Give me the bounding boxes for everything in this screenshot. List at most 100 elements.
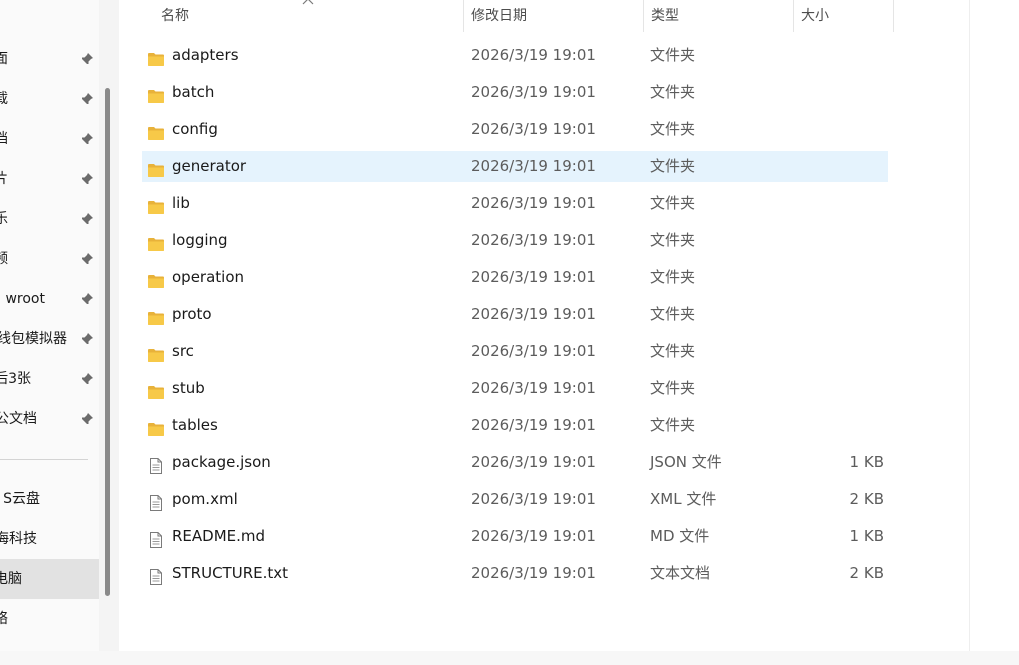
file-type: 文件夹 [650, 268, 696, 286]
navigation-pane: 面 载 档 片 乐 频 wroot 线包模拟器 后3张 公文档 S云盘 海科技 … [0, 0, 99, 651]
pin-icon[interactable] [80, 292, 94, 306]
file-name: operation [172, 268, 245, 286]
file-icon [147, 491, 165, 511]
nav-item-label: 档 [0, 131, 8, 147]
file-type: MD 文件 [650, 527, 710, 545]
file-name: README.md [172, 527, 266, 545]
folder-icon [147, 417, 165, 436]
table-row[interactable]: proto 2026/3/19 19:01 文件夹 [142, 299, 888, 330]
file-name: stub [172, 379, 205, 397]
nav-item-quick-3[interactable]: 片 [0, 159, 99, 199]
file-name: lib [172, 194, 190, 212]
column-header-type[interactable]: 类型 [651, 0, 679, 32]
file-name: proto [172, 305, 212, 323]
table-row[interactable]: adapters 2026/3/19 19:01 文件夹 [142, 40, 888, 71]
nav-scrollbar[interactable] [99, 0, 119, 651]
pin-icon[interactable] [80, 132, 94, 146]
file-modified: 2026/3/19 19:01 [471, 305, 596, 323]
folder-icon [147, 269, 165, 288]
table-row[interactable]: config 2026/3/19 19:01 文件夹 [142, 114, 888, 145]
pin-icon[interactable] [80, 172, 94, 186]
table-row[interactable]: src 2026/3/19 19:01 文件夹 [142, 336, 888, 367]
file-modified: 2026/3/19 19:01 [471, 194, 596, 212]
nav-item-quick-5[interactable]: 频 [0, 239, 99, 279]
nav-item-quick-2[interactable]: 档 [0, 119, 99, 159]
nav-item-quick-1[interactable]: 载 [0, 79, 99, 119]
file-size: 2 KB [849, 490, 884, 508]
nav-item-quick-6[interactable]: wroot [0, 279, 99, 319]
pin-icon[interactable] [80, 372, 94, 386]
file-size: 1 KB [849, 453, 884, 471]
file-icon [147, 565, 165, 585]
file-type: 文件夹 [650, 46, 696, 64]
nav-item-location-0[interactable]: S云盘 [0, 479, 99, 519]
file-modified: 2026/3/19 19:01 [471, 120, 596, 138]
nav-item-quick-0[interactable]: 面 [0, 39, 99, 79]
file-type: JSON 文件 [650, 453, 722, 471]
column-divider[interactable] [793, 0, 794, 32]
pin-icon[interactable] [80, 92, 94, 106]
nav-scrollbar-thumb[interactable] [105, 88, 110, 596]
column-divider[interactable] [463, 0, 464, 32]
file-modified: 2026/3/19 19:01 [471, 527, 596, 545]
pin-icon[interactable] [80, 412, 94, 426]
nav-item-location-1[interactable]: 海科技 [0, 519, 99, 559]
table-row[interactable]: batch 2026/3/19 19:01 文件夹 [142, 77, 888, 108]
nav-item-label: wroot [5, 291, 45, 307]
file-name: pom.xml [172, 490, 238, 508]
nav-item-label: 海科技 [0, 531, 37, 547]
file-name: config [172, 120, 218, 138]
table-row[interactable]: STRUCTURE.txt 2026/3/19 19:01 文本文档 2 KB [142, 558, 888, 589]
folder-icon [147, 195, 165, 214]
nav-item-quick-7[interactable]: 线包模拟器 [0, 319, 99, 359]
nav-item-label: 频 [0, 251, 8, 267]
table-row[interactable]: tables 2026/3/19 19:01 文件夹 [142, 410, 888, 441]
pin-icon[interactable] [80, 52, 94, 66]
table-row[interactable]: logging 2026/3/19 19:01 文件夹 [142, 225, 888, 256]
nav-item-label: 面 [0, 51, 8, 67]
nav-item-label: 载 [0, 91, 8, 107]
file-name: package.json [172, 453, 271, 471]
nav-item-label: 公文档 [0, 411, 37, 427]
nav-item-label: 后3张 [0, 371, 31, 387]
column-header-row: 名称 修改日期 类型 大小 [119, 0, 970, 32]
nav-item-quick-8[interactable]: 后3张 [0, 359, 99, 399]
pane-edge [969, 0, 970, 651]
table-row[interactable]: generator 2026/3/19 19:01 文件夹 [142, 151, 888, 182]
nav-item-quick-4[interactable]: 乐 [0, 199, 99, 239]
file-modified: 2026/3/19 19:01 [471, 490, 596, 508]
table-row[interactable]: pom.xml 2026/3/19 19:01 XML 文件 2 KB [142, 484, 888, 515]
table-row[interactable]: package.json 2026/3/19 19:01 JSON 文件 1 KB [142, 447, 888, 478]
file-modified: 2026/3/19 19:01 [471, 453, 596, 471]
pin-icon[interactable] [80, 212, 94, 226]
file-name: adapters [172, 46, 239, 64]
pin-icon[interactable] [80, 252, 94, 266]
table-row[interactable]: lib 2026/3/19 19:01 文件夹 [142, 188, 888, 219]
column-divider[interactable] [643, 0, 644, 32]
nav-item-location-3[interactable]: 络 [0, 599, 99, 639]
file-type: 文件夹 [650, 416, 696, 434]
file-type: 文件夹 [650, 120, 696, 138]
file-type: 文件夹 [650, 379, 696, 397]
file-type: 文件夹 [650, 83, 696, 101]
column-header-name[interactable]: 名称 [161, 0, 189, 32]
file-type: 文件夹 [650, 305, 696, 323]
pin-icon[interactable] [80, 332, 94, 346]
nav-item-quick-9[interactable]: 公文档 [0, 399, 99, 439]
table-row[interactable]: operation 2026/3/19 19:01 文件夹 [142, 262, 888, 293]
file-type: 文件夹 [650, 342, 696, 360]
nav-item-label: 乐 [0, 211, 8, 227]
table-row[interactable]: stub 2026/3/19 19:01 文件夹 [142, 373, 888, 404]
file-modified: 2026/3/19 19:01 [471, 416, 596, 434]
column-divider[interactable] [893, 0, 894, 32]
table-row[interactable]: README.md 2026/3/19 19:01 MD 文件 1 KB [142, 521, 888, 552]
nav-item-label: 线包模拟器 [0, 331, 67, 347]
nav-item-location-2[interactable]: 电脑 [0, 559, 99, 599]
folder-icon [147, 121, 165, 140]
file-name: src [172, 342, 194, 360]
column-header-modified[interactable]: 修改日期 [471, 0, 527, 32]
file-modified: 2026/3/19 19:01 [471, 83, 596, 101]
folder-icon [147, 158, 165, 177]
column-header-size[interactable]: 大小 [801, 0, 829, 32]
status-strip [0, 651, 1019, 665]
